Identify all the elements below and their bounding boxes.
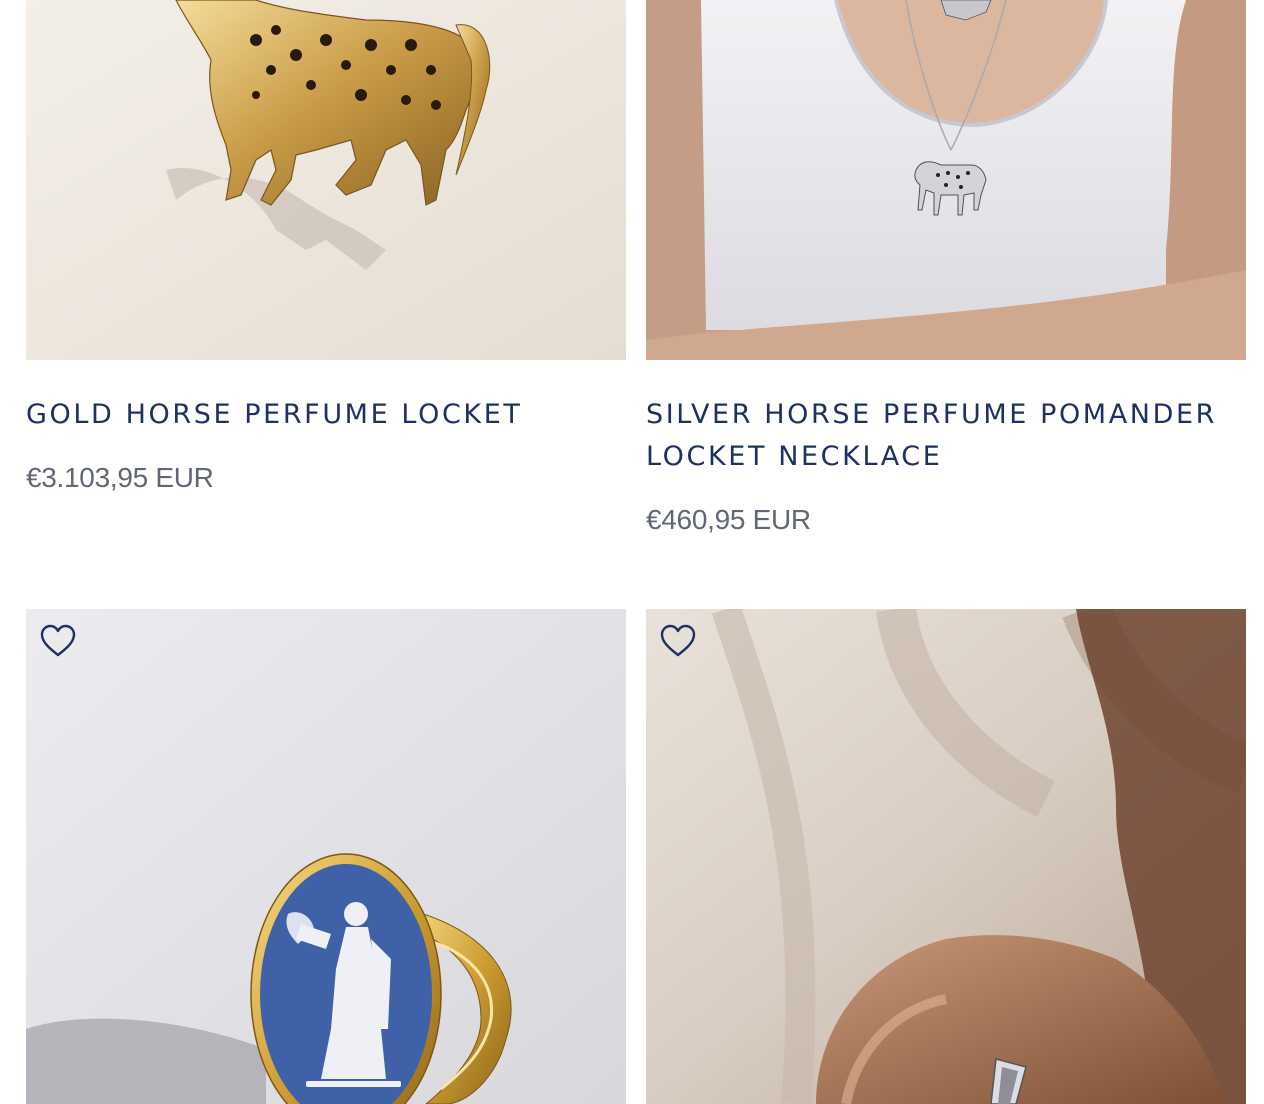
product-image[interactable] — [646, 0, 1246, 360]
product-title[interactable]: SILVER HORSE PERFUME POMANDER LOCKET NEC… — [646, 394, 1246, 478]
wishlist-button[interactable] — [659, 623, 697, 659]
product-title[interactable]: GOLD HORSE PERFUME LOCKET — [26, 394, 626, 436]
product-card[interactable]: SILVER HORSE PERFUME POMANDER LOCKET NEC… — [646, 0, 1246, 560]
heart-icon — [40, 624, 76, 657]
product-card[interactable]: GOLD HORSE PERFUME LOCKET €3.103,95 EUR — [26, 0, 626, 520]
heart-icon — [660, 624, 696, 657]
gold-horse-locket-image — [26, 0, 626, 360]
hand-ring-image — [646, 609, 1246, 1104]
product-image[interactable] — [26, 609, 626, 1104]
product-title-line2: LOCKET NECKLACE — [646, 441, 943, 472]
product-price: €460,95 EUR — [646, 504, 811, 535]
product-image[interactable] — [646, 609, 1246, 1104]
product-price: €3.103,95 EUR — [26, 462, 214, 493]
blue-cameo-ring-image — [26, 609, 626, 1104]
product-card[interactable] — [646, 609, 1246, 1104]
product-title-line1: SILVER HORSE PERFUME POMANDER — [646, 399, 1217, 430]
product-card[interactable] — [26, 609, 626, 1104]
product-image[interactable] — [26, 0, 626, 360]
wishlist-button[interactable] — [39, 623, 77, 659]
silver-horse-necklace-image — [646, 0, 1246, 360]
